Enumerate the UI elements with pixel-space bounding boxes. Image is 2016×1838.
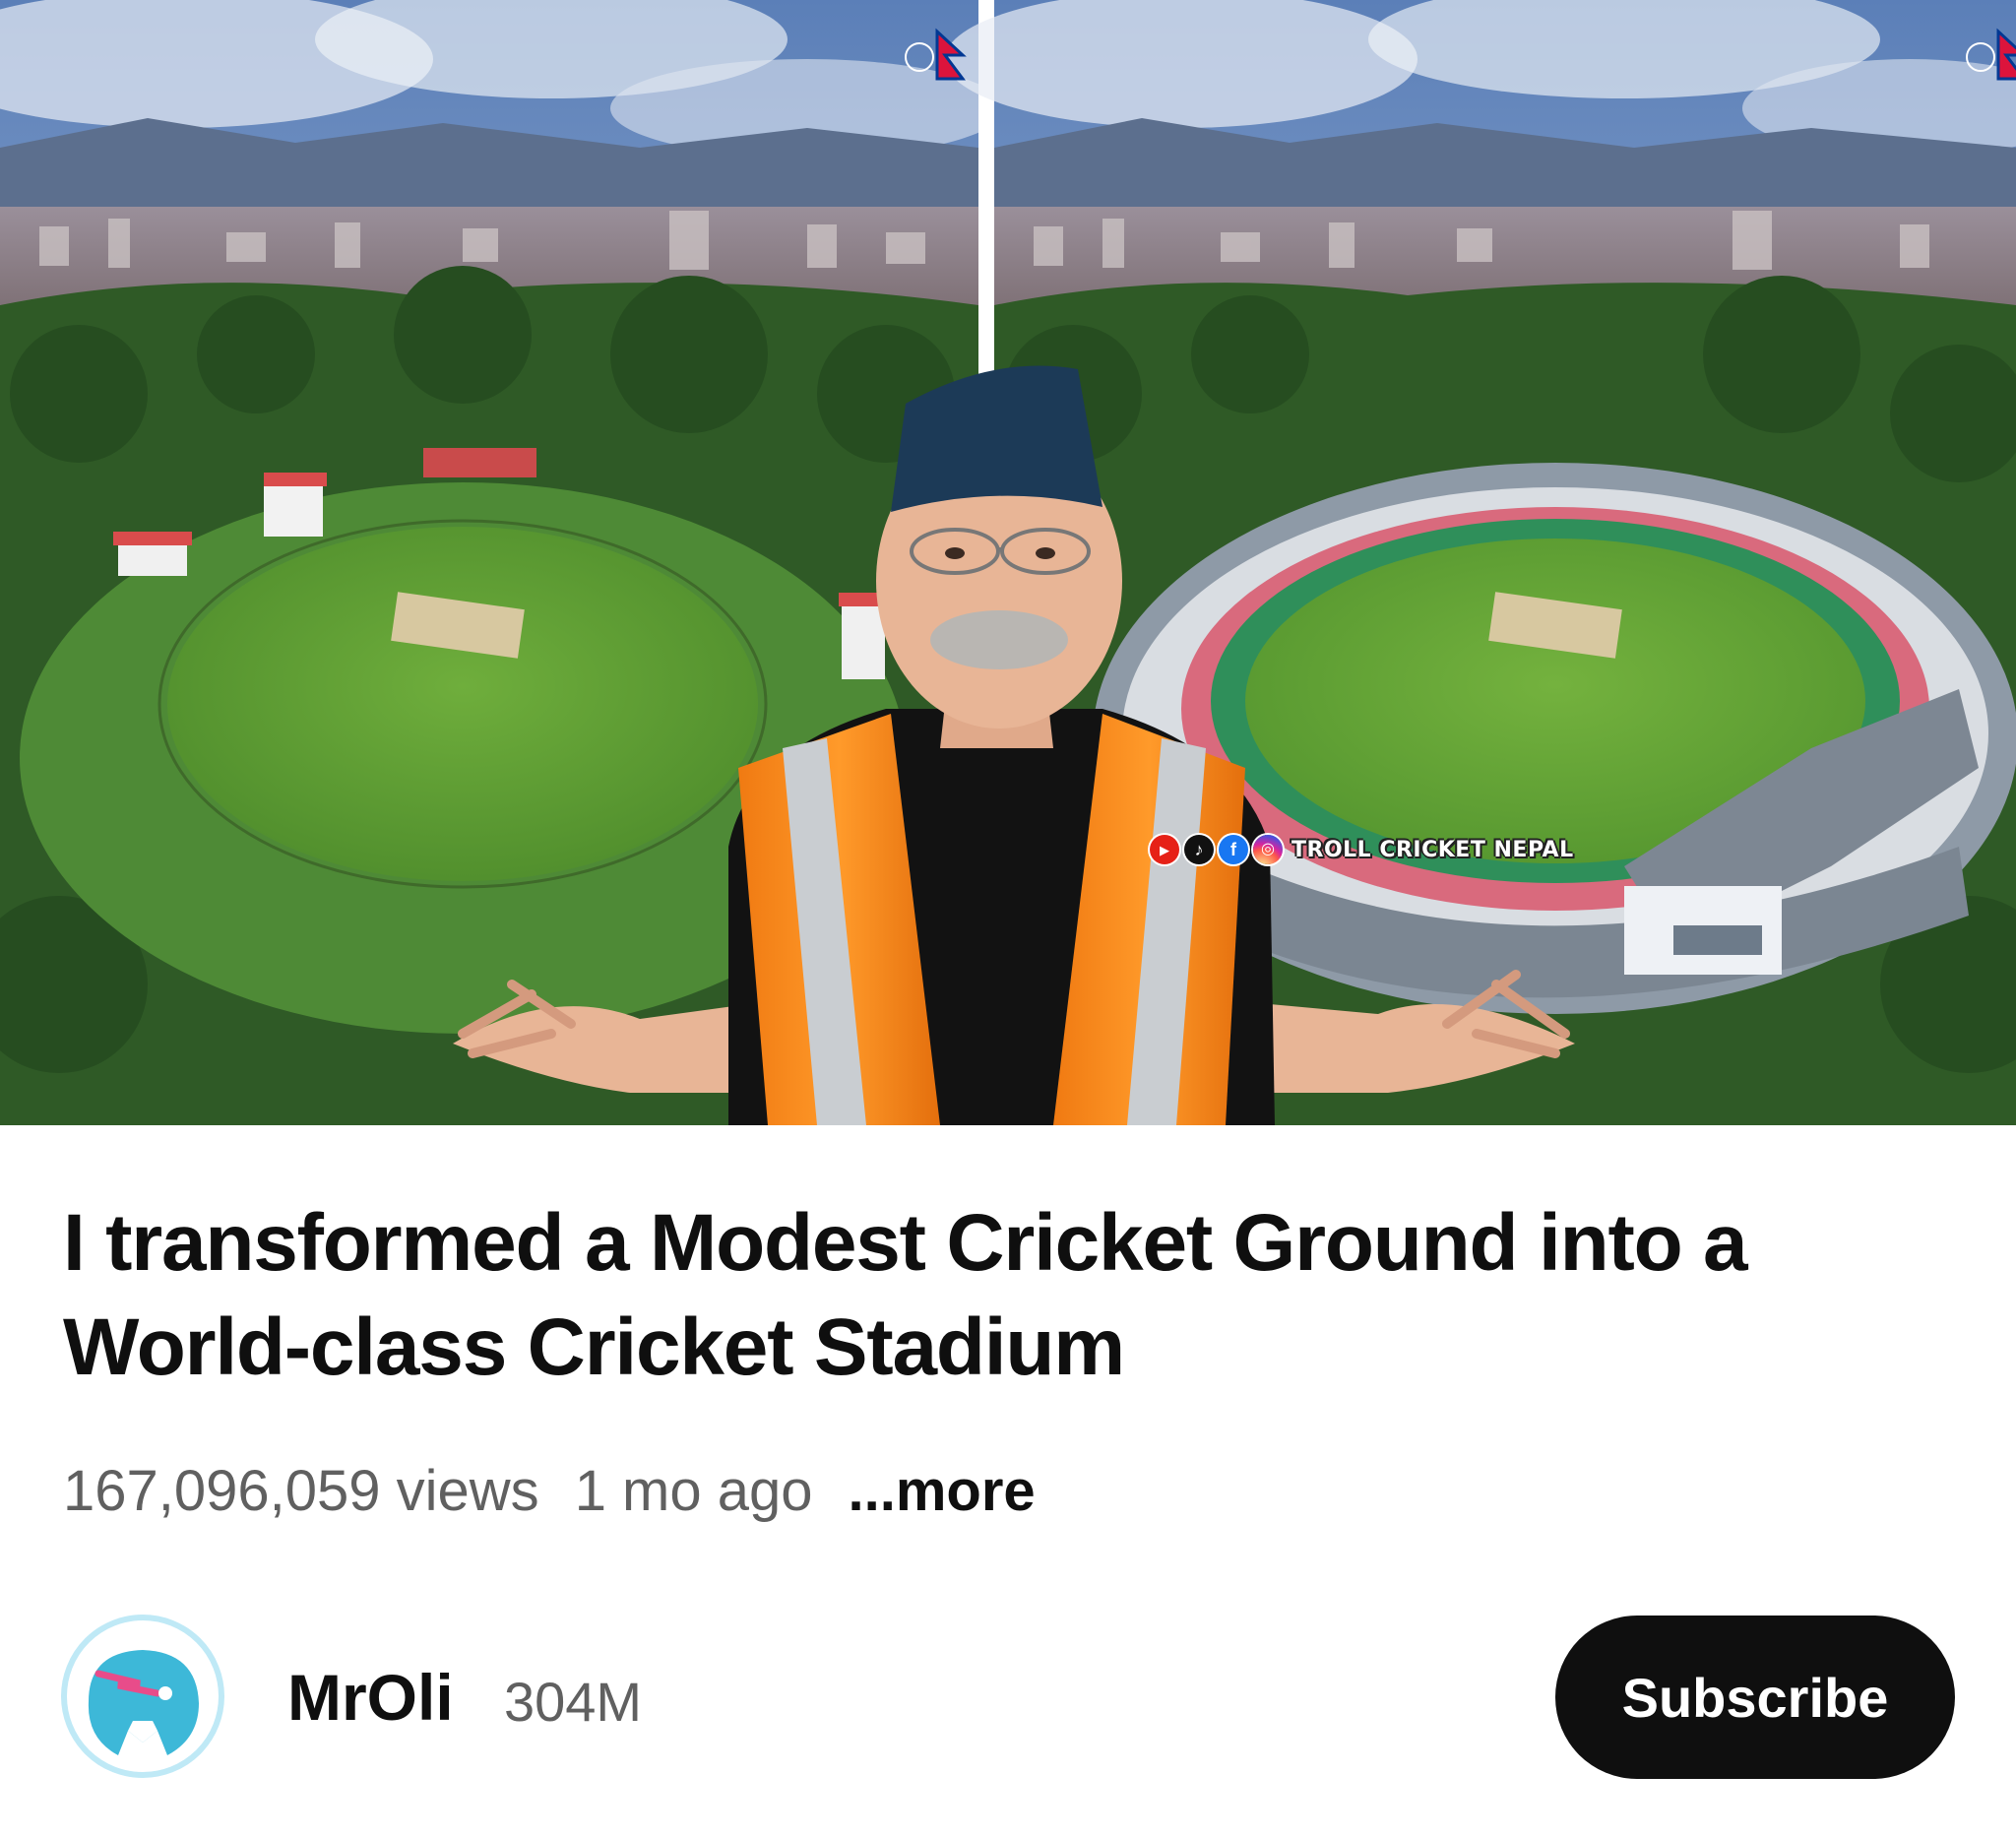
channel-avatar[interactable]: [59, 1613, 226, 1780]
more-link[interactable]: ...more: [849, 1458, 1036, 1524]
nepal-flag-icon: [905, 28, 967, 81]
view-count: 167,096,059 views: [63, 1458, 539, 1523]
video-meta[interactable]: 167,096,059 views 1 mo ago ...more: [63, 1455, 1036, 1526]
subscribe-button[interactable]: Subscribe: [1555, 1616, 1955, 1779]
subscriber-count: 304M: [504, 1671, 643, 1733]
channel-name[interactable]: MrOli: [287, 1660, 454, 1735]
video-thumbnail[interactable]: ▶ ♪ f ◎ TROLL CRICKET NEPAL: [0, 0, 2016, 1125]
troll-cricket-nepal-watermark: ▶ ♪ f ◎ TROLL CRICKET NEPAL: [1150, 833, 1574, 866]
instagram-icon: ◎: [1253, 835, 1283, 864]
nepal-flag-icon: [1966, 28, 2016, 81]
facebook-icon: f: [1219, 835, 1248, 864]
youtube-icon: ▶: [1150, 835, 1179, 864]
channel-row: MrOli 304M Subscribe: [59, 1611, 1959, 1780]
tiktok-icon: ♪: [1184, 835, 1214, 864]
thumbnail-image: [0, 0, 2016, 1125]
watermark-text: TROLL CRICKET NEPAL: [1292, 837, 1574, 862]
video-title[interactable]: I transformed a Modest Cricket Ground in…: [63, 1191, 1953, 1400]
upload-age: 1 mo ago: [574, 1458, 813, 1523]
panther-logo-icon: [59, 1613, 226, 1780]
can-badge-left: [898, 28, 969, 98]
can-badge-right: [1959, 28, 2016, 98]
